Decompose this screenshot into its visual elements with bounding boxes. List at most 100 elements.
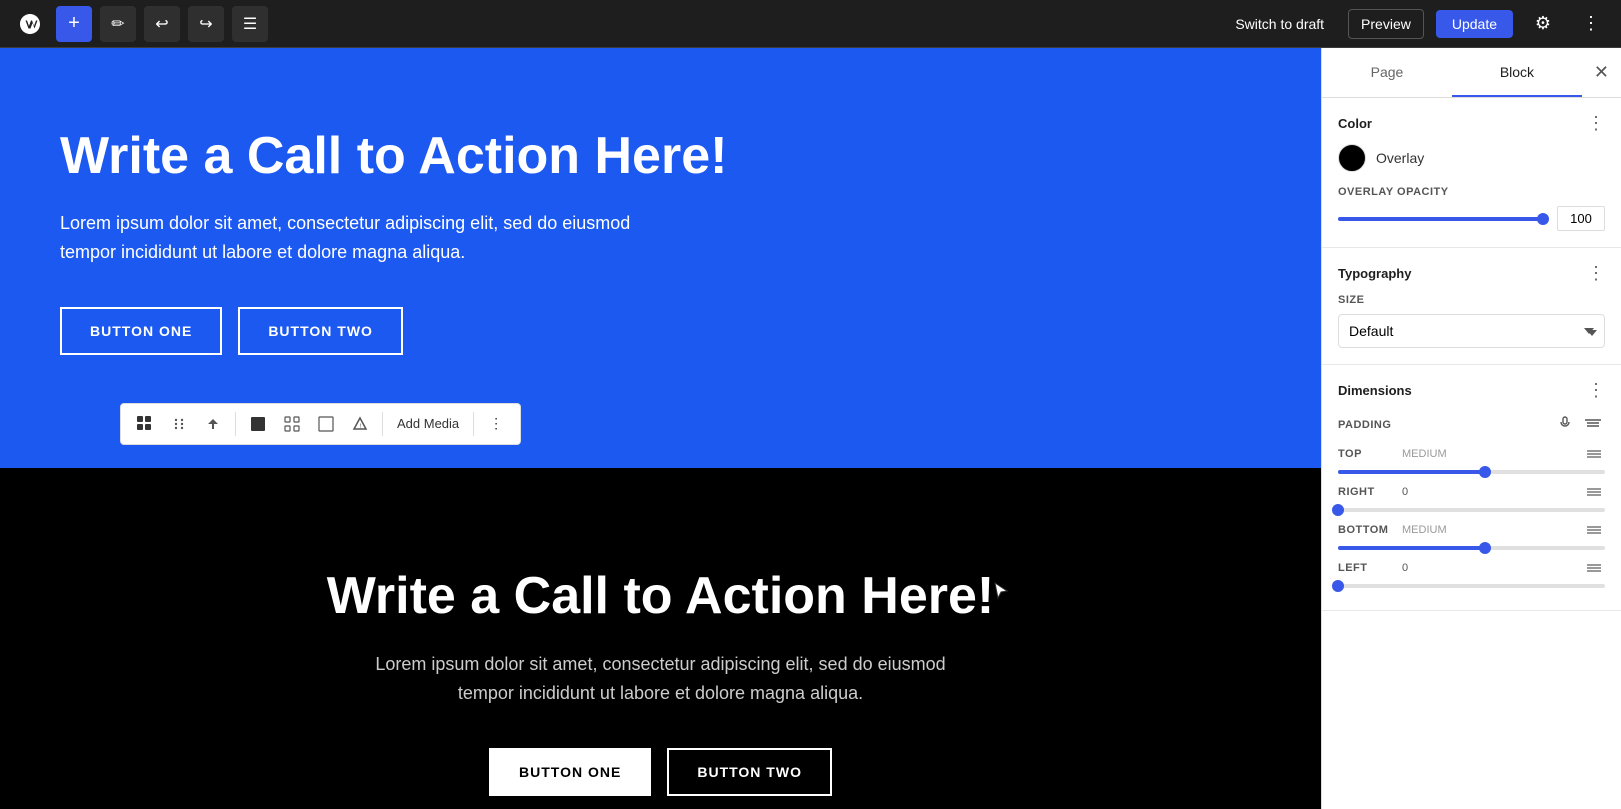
right-slider-thumb[interactable] bbox=[1332, 504, 1344, 516]
toolbar-square-btn[interactable] bbox=[242, 408, 274, 440]
black-hero-section[interactable]: Write a Call to Action Here! Lorem ipsum… bbox=[0, 468, 1321, 809]
right-label-row: RIGHT 0 bbox=[1338, 480, 1605, 504]
top-value: MEDIUM bbox=[1402, 448, 1447, 460]
bottom-slider-thumb[interactable] bbox=[1479, 542, 1491, 554]
top-label: TOP bbox=[1338, 448, 1398, 460]
dimensions-section-header: Dimensions ⋮ bbox=[1338, 381, 1605, 399]
settings-button[interactable]: ⚙ bbox=[1525, 6, 1561, 42]
blue-button-group: BUTTON ONE BUTTON TWO bbox=[60, 307, 1261, 355]
dimensions-more-button[interactable]: ⋮ bbox=[1587, 381, 1605, 399]
color-more-button[interactable]: ⋮ bbox=[1587, 114, 1605, 132]
color-swatch-overlay[interactable] bbox=[1338, 144, 1366, 172]
toolbar-grid-btn[interactable] bbox=[276, 408, 308, 440]
overlay-opacity-container: OVERLAY OPACITY 100 bbox=[1338, 186, 1605, 231]
toolbar-drag-btn[interactable] bbox=[163, 408, 195, 440]
dimensions-section: Dimensions ⋮ PADDING bbox=[1322, 365, 1621, 611]
preview-button[interactable]: Preview bbox=[1348, 9, 1424, 39]
blue-hero-section[interactable]: Write a Call to Action Here! Lorem ipsum… bbox=[0, 48, 1321, 468]
black-heading: Write a Call to Action Here! bbox=[60, 566, 1261, 626]
left-slider[interactable] bbox=[1338, 584, 1605, 588]
toolbar-full-btn[interactable] bbox=[310, 408, 342, 440]
update-button[interactable]: Update bbox=[1436, 10, 1513, 38]
editor-canvas[interactable]: Write a Call to Action Here! Lorem ipsum… bbox=[0, 48, 1321, 809]
sidebar-tabs: Page Block ✕ bbox=[1322, 48, 1621, 98]
padding-adjust-button[interactable] bbox=[1581, 411, 1605, 438]
size-label: SIZE bbox=[1338, 294, 1605, 306]
opacity-row: 100 bbox=[1338, 206, 1605, 231]
opacity-slider-thumb[interactable] bbox=[1537, 213, 1549, 225]
right-adjust-button[interactable] bbox=[1583, 480, 1605, 504]
sidebar-panel: Page Block ✕ Color ⋮ Overlay OVERLAY OPA… bbox=[1321, 48, 1621, 809]
padding-link-button[interactable] bbox=[1555, 412, 1575, 437]
left-slider-thumb[interactable] bbox=[1332, 580, 1344, 592]
toolbar-divider-1 bbox=[235, 412, 236, 436]
tab-page[interactable]: Page bbox=[1322, 48, 1452, 97]
topbar-right: Switch to draft Preview Update ⚙ ⋮ bbox=[1223, 6, 1609, 42]
overlay-label: Overlay bbox=[1376, 150, 1424, 166]
overlay-opacity-label: OVERLAY OPACITY bbox=[1338, 186, 1605, 198]
left-adjust-button[interactable] bbox=[1583, 556, 1605, 580]
top-slider-thumb[interactable] bbox=[1479, 466, 1491, 478]
switch-to-draft-button[interactable]: Switch to draft bbox=[1223, 10, 1336, 38]
typography-section-title: Typography bbox=[1338, 266, 1411, 281]
toolbar-alert-btn[interactable]: ! bbox=[344, 408, 376, 440]
toolbar-divider-3 bbox=[473, 412, 474, 436]
opacity-slider[interactable] bbox=[1338, 217, 1547, 221]
color-section-title: Color bbox=[1338, 116, 1372, 131]
right-slider[interactable] bbox=[1338, 508, 1605, 512]
blue-button-two[interactable]: BUTTON TWO bbox=[238, 307, 403, 355]
bottom-label: BOTTOM bbox=[1338, 524, 1398, 536]
bottom-adjust-button[interactable] bbox=[1583, 518, 1605, 542]
color-section: Color ⋮ Overlay OVERLAY OPACITY 100 bbox=[1322, 98, 1621, 248]
bottom-value: MEDIUM bbox=[1402, 524, 1447, 536]
dimensions-section-title: Dimensions bbox=[1338, 383, 1412, 398]
undo-button[interactable]: ↩ bbox=[144, 6, 180, 42]
tab-block[interactable]: Block bbox=[1452, 48, 1582, 97]
color-section-header: Color ⋮ bbox=[1338, 114, 1605, 132]
top-adjust-button[interactable] bbox=[1583, 442, 1605, 466]
padding-row: PADDING bbox=[1338, 411, 1605, 438]
bottom-padding-container: BOTTOM MEDIUM bbox=[1338, 518, 1605, 550]
black-button-group: BUTTON ONE BUTTON TWO bbox=[60, 748, 1261, 796]
left-value: 0 bbox=[1402, 562, 1408, 574]
sidebar-close-button[interactable]: ✕ bbox=[1582, 48, 1621, 97]
blue-section-content: Write a Call to Action Here! Lorem ipsum… bbox=[60, 128, 1261, 395]
toolbar-more-btn[interactable]: ⋮ bbox=[480, 408, 512, 440]
size-select[interactable]: Default Small Medium Large X-Large bbox=[1338, 314, 1605, 348]
more-options-button[interactable]: ⋮ bbox=[1573, 6, 1609, 42]
block-toolbar: ! Add Media ⋮ bbox=[120, 403, 521, 445]
padding-label: PADDING bbox=[1338, 419, 1391, 431]
right-value: 0 bbox=[1402, 486, 1408, 498]
color-row: Overlay bbox=[1338, 144, 1605, 172]
top-padding-container: TOP MEDIUM bbox=[1338, 442, 1605, 474]
toolbar-divider-2 bbox=[382, 412, 383, 436]
add-block-button[interactable]: + bbox=[56, 6, 92, 42]
blue-body: Lorem ipsum dolor sit amet, consectetur … bbox=[60, 209, 680, 267]
left-label: LEFT bbox=[1338, 562, 1398, 574]
typography-section: Typography ⋮ SIZE Default Small Medium L… bbox=[1322, 248, 1621, 365]
toolbar-block-type-btn[interactable] bbox=[129, 408, 161, 440]
padding-label-text: PADDING bbox=[1338, 419, 1391, 431]
black-body: Lorem ipsum dolor sit amet, consectetur … bbox=[351, 650, 971, 708]
opacity-input[interactable]: 100 bbox=[1557, 206, 1605, 231]
blue-heading: Write a Call to Action Here! bbox=[60, 128, 1261, 185]
redo-button[interactable]: ↪ bbox=[188, 6, 224, 42]
right-label: RIGHT bbox=[1338, 486, 1398, 498]
topbar: + ✏ ↩ ↪ ☰ Switch to draft Preview Update… bbox=[0, 0, 1621, 48]
black-button-two[interactable]: BUTTON TWO bbox=[667, 748, 832, 796]
main-layout: Write a Call to Action Here! Lorem ipsum… bbox=[0, 48, 1621, 809]
toolbar-move-up-btn[interactable] bbox=[197, 408, 229, 440]
bottom-slider[interactable] bbox=[1338, 546, 1605, 550]
add-media-button[interactable]: Add Media bbox=[389, 412, 467, 435]
blue-button-one[interactable]: BUTTON ONE bbox=[60, 307, 222, 355]
tools-button[interactable]: ✏ bbox=[100, 6, 136, 42]
typography-section-header: Typography ⋮ bbox=[1338, 264, 1605, 282]
top-slider[interactable] bbox=[1338, 470, 1605, 474]
size-select-wrapper: Default Small Medium Large X-Large bbox=[1338, 314, 1605, 348]
block-toolbar-wrapper: ! Add Media ⋮ bbox=[60, 395, 1261, 445]
list-view-button[interactable]: ☰ bbox=[232, 6, 268, 42]
typography-more-button[interactable]: ⋮ bbox=[1587, 264, 1605, 282]
black-button-one[interactable]: BUTTON ONE bbox=[489, 748, 651, 796]
wp-logo[interactable] bbox=[12, 6, 48, 42]
left-padding-container: LEFT 0 bbox=[1338, 556, 1605, 588]
